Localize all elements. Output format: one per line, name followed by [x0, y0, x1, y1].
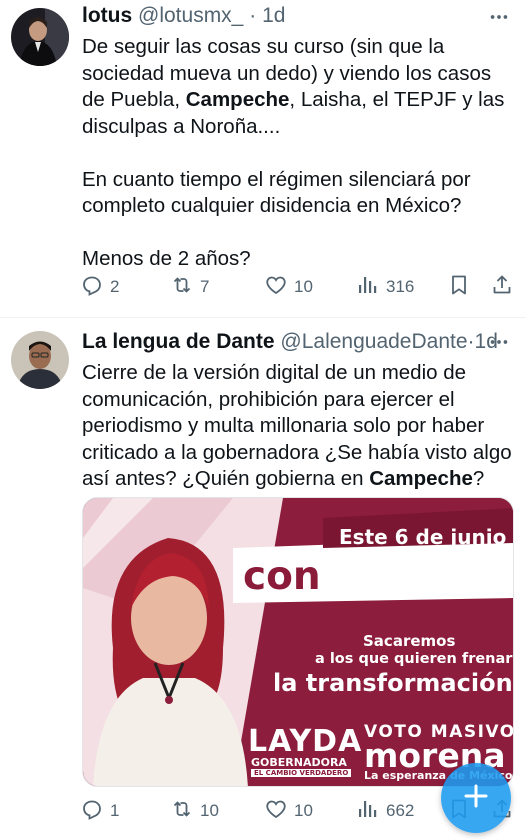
retweet-count: 10 [200, 801, 219, 820]
bookmark-icon [447, 273, 471, 302]
bookmark-button[interactable] [447, 272, 471, 302]
poster-line-1: Sacaremos [363, 632, 456, 650]
more-icon[interactable] [486, 329, 512, 355]
tweet-paragraph: Cierre de la versión digital de un medio… [82, 361, 512, 490]
poster-logo-name: LAYDA [248, 724, 363, 759]
action-bar: 2 7 10 316 [80, 272, 514, 302]
retweet-icon [170, 273, 194, 302]
separator: · [467, 330, 475, 353]
like-count: 10 [294, 801, 313, 820]
views-button[interactable]: 316 [356, 272, 414, 302]
tweet-media-image[interactable]: Este 6 de junio con tu voto Sacaremos a … [82, 497, 514, 787]
retweet-button[interactable]: 10 [170, 796, 219, 826]
reply-button[interactable]: 1 [80, 796, 119, 826]
tweet-text: Cierre de la versión digital de un medio… [82, 360, 514, 493]
share-icon [490, 273, 514, 302]
tweet-paragraph: En cuanto tiempo el régimen silenciará p… [82, 167, 471, 218]
avatar[interactable] [11, 331, 69, 389]
share-button[interactable] [490, 272, 514, 302]
retweet-button[interactable]: 7 [170, 272, 209, 302]
like-icon [264, 273, 288, 302]
reply-count: 1 [110, 801, 120, 820]
retweet-count: 7 [200, 277, 210, 296]
hashtag-term: Campeche [185, 88, 290, 111]
tweet-header: La lengua de Dante @LalenguadeDante·1d [82, 329, 498, 355]
avatar[interactable] [11, 8, 69, 66]
display-name[interactable]: lotus [82, 4, 132, 27]
tweet-paragraph: De seguir las cosas su curso (sin que la… [82, 35, 505, 138]
reply-button[interactable]: 2 [80, 272, 119, 302]
poster-logo-tag: EL CAMBIO VERDADERO [251, 769, 352, 777]
views-icon [356, 273, 380, 302]
views-button[interactable]: 662 [356, 796, 414, 826]
poster-tu-voto: tu voto [339, 554, 497, 599]
tweet-header: lotus @lotusmx_ · 1d [82, 3, 285, 29]
user-handle[interactable]: @lotusmx_ [138, 4, 243, 27]
poster-line-3: la transformación [273, 669, 513, 697]
reply-icon [80, 797, 104, 826]
user-handle[interactable]: @LalenguadeDante [280, 330, 467, 353]
poster-logo-role: GOBERNADORA [251, 756, 347, 769]
like-button[interactable]: 10 [264, 796, 313, 826]
separator: · [249, 4, 257, 27]
views-count: 316 [386, 277, 415, 296]
poster-line-2: a los que quieren frenar [315, 651, 513, 667]
retweet-icon [170, 797, 194, 826]
display-name[interactable]: La lengua de Dante [82, 330, 275, 353]
like-button[interactable]: 10 [264, 272, 313, 302]
views-icon [356, 797, 380, 826]
hashtag-term: Campeche [369, 467, 473, 490]
more-icon[interactable] [486, 4, 512, 30]
compose-button[interactable] [441, 763, 511, 833]
like-count: 10 [294, 277, 313, 296]
compose-icon [461, 781, 491, 816]
poster-con: con [243, 554, 321, 599]
views-count: 662 [386, 801, 415, 820]
poster-date-line: Este 6 de junio [339, 525, 507, 549]
tweet[interactable]: lotus @lotusmx_ · 1d De seguir las cosas… [0, 0, 526, 318]
tweet-paragraph: Menos de 2 años? [82, 247, 251, 270]
timestamp[interactable]: 1d [262, 4, 285, 27]
reply-count: 2 [110, 277, 120, 296]
tweet-text: De seguir las cosas su curso (sin que la… [82, 34, 514, 273]
reply-icon [80, 273, 104, 302]
like-icon [264, 797, 288, 826]
tweet[interactable]: La lengua de Dante @LalenguadeDante·1d C… [0, 319, 526, 840]
